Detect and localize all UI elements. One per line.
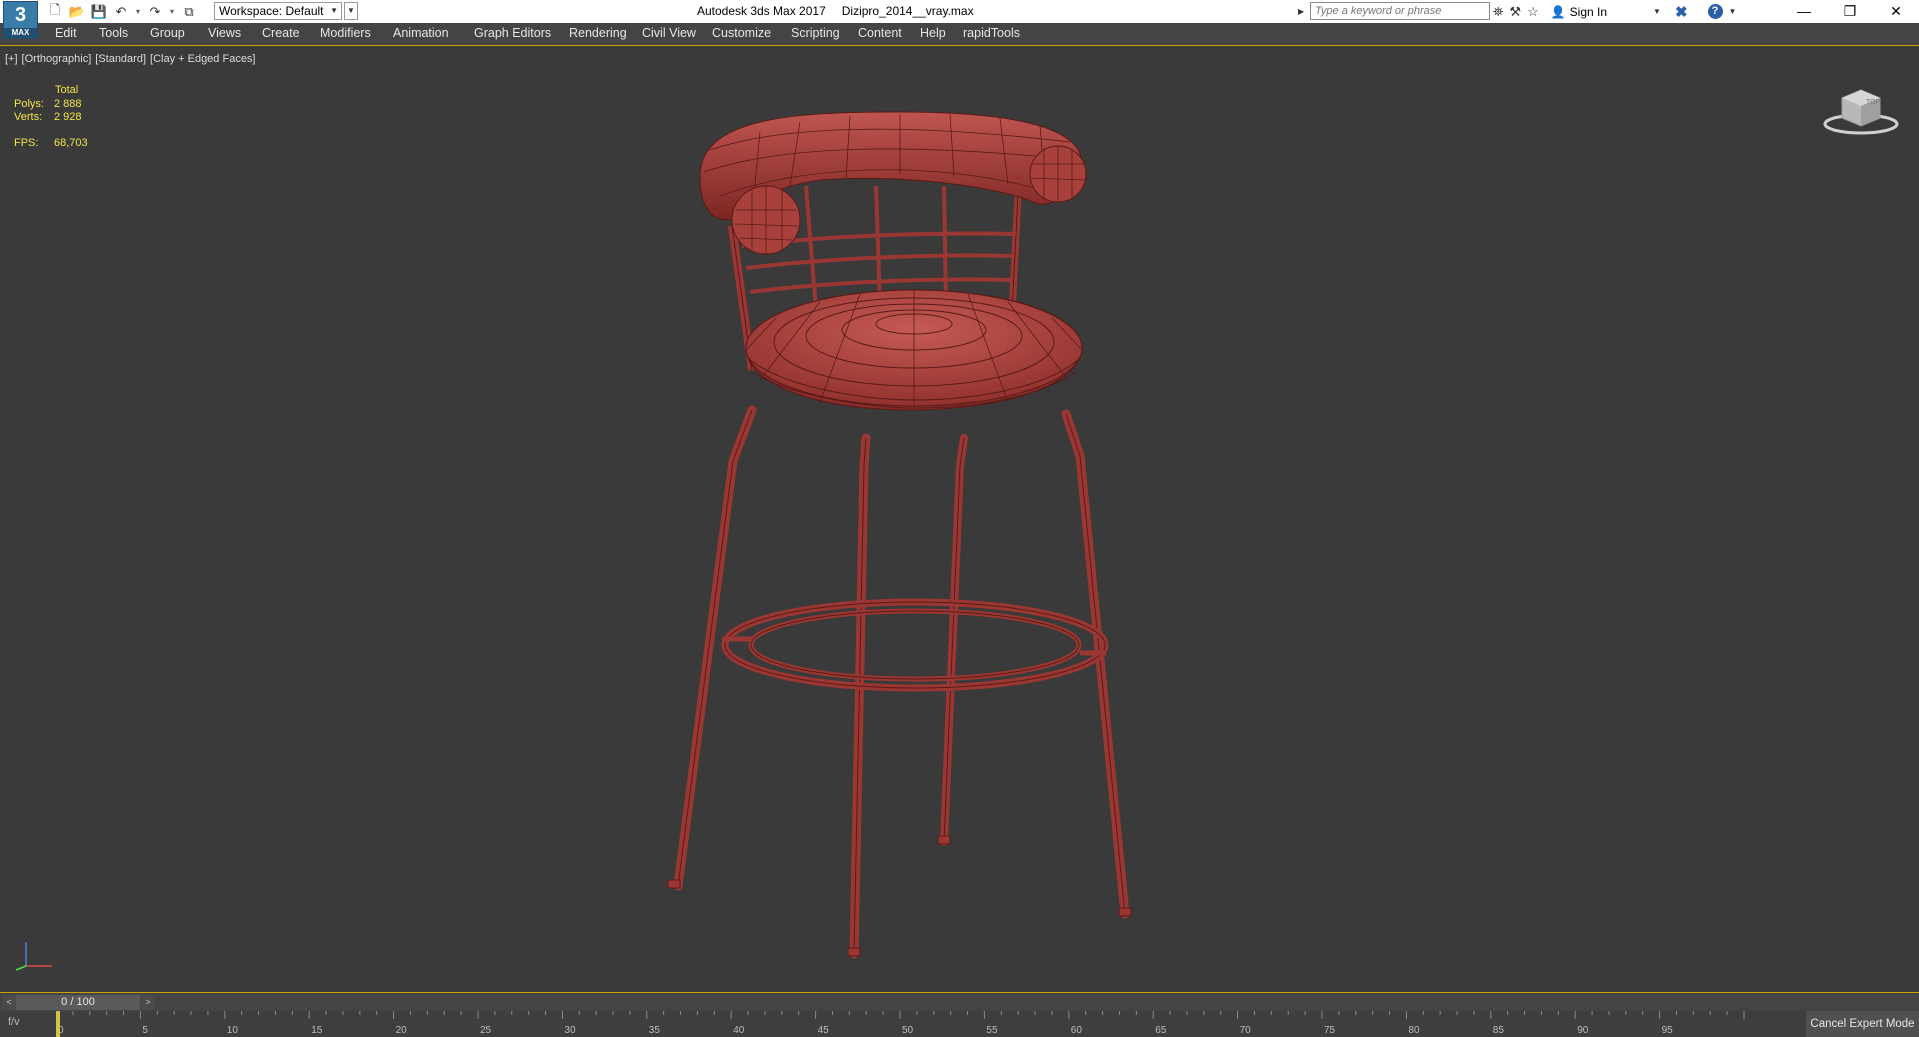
file-name: Dizipro_2014__vray.max [841,4,974,18]
menu-modifiers[interactable]: Modifiers [320,26,371,40]
time-slider[interactable]: 0 / 100 [16,995,140,1010]
title-bar: 🗋 📂 💾 ↶ ▾ ↷ ▾ ⧉ Workspace: Default ▼ ▼ A… [0,0,1919,23]
restore-button[interactable]: ❐ [1827,0,1873,23]
search-input[interactable]: Type a keyword or phrase [1310,2,1490,20]
sign-in-button[interactable]: 👤 Sign In [1551,5,1607,19]
app-logo-sub: MAX [4,28,37,38]
ruler-tick-label: 20 [396,1025,408,1036]
menu-edit[interactable]: Edit [55,26,77,40]
menu-views[interactable]: Views [208,26,241,40]
menu-rendering[interactable]: Rendering [569,26,627,40]
ruler-tick-label: 65 [1155,1025,1167,1036]
viewcube-icon[interactable]: TOP [1822,80,1900,136]
workspace-label: Workspace: Default [219,4,324,18]
ruler-tick-label: 25 [480,1025,492,1036]
ruler-tick-label: 50 [902,1025,914,1036]
exchange-apps-icon[interactable]: ✖ [1675,3,1688,21]
sign-in-label: Sign In [1569,4,1608,19]
binoculars-icon[interactable]: ⛯ [1493,4,1503,20]
ruler-tick-label: 95 [1662,1025,1674,1036]
current-frame-marker[interactable] [56,1011,60,1037]
ruler-tick-label: 70 [1240,1025,1252,1036]
save-file-icon[interactable]: 💾 [90,3,108,21]
app-logo-button[interactable]: 3 MAX [3,1,38,39]
menu-animation[interactable]: Animation [393,26,449,40]
ruler-tick-label: 85 [1493,1025,1505,1036]
ruler-tick-label: 40 [733,1025,745,1036]
infocenter-toolbar: ⛯ ⚒ ☆ 👤 Sign In ▼ ✖ ? ▼ [1493,2,1736,21]
ruler-tick-label: 55 [986,1025,998,1036]
user-icon: 👤 [1550,4,1566,19]
mini-curve-editor-button[interactable]: f/v [8,1016,32,1032]
app-logo-text: 3 [14,4,27,26]
ruler-tick-label: 5 [142,1025,148,1036]
undo-icon[interactable]: ↶ [112,3,130,21]
menu-scripting[interactable]: Scripting [791,26,840,40]
time-slider-bar: < 0 / 100 > [0,992,1919,1012]
frame-ruler[interactable]: 0510152025303540455055606570758085909510… [56,1011,1746,1037]
menu-civil-view[interactable]: Civil View [642,26,696,40]
perspective-viewport[interactable]: [+] [Orthographic] [Standard] [Clay + Edged… [0,46,1919,992]
ruler-tick-label: 90 [1577,1025,1589,1036]
ruler-tick-label: 75 [1324,1025,1336,1036]
menu-create[interactable]: Create [262,26,300,40]
menu-graph-editors[interactable]: Graph Editors [474,26,551,40]
menu-rapidtools[interactable]: rapidTools [963,26,1020,40]
ruler-tick-label: 15 [311,1025,323,1036]
axis-tripod-icon [15,942,52,971]
window-controls: — ❐ ✕ [1781,0,1919,23]
redo-icon[interactable]: ↷ [146,3,164,21]
help-icon[interactable]: ? [1707,4,1723,19]
search-expand-icon[interactable]: ▶ [1298,2,1308,21]
workspace-dropdown[interactable]: Workspace: Default ▼ [214,2,342,20]
ruler-tick-label: 80 [1408,1025,1420,1036]
menu-tools[interactable]: Tools [99,26,128,40]
ruler-tick-label: 45 [818,1025,830,1036]
ruler-tick-label: 35 [649,1025,661,1036]
close-button[interactable]: ✕ [1873,0,1919,23]
ruler-tick-label: 60 [1071,1025,1083,1036]
minimize-button[interactable]: — [1781,0,1827,23]
sign-in-dropdown-icon[interactable]: ▼ [1653,7,1661,16]
time-next-button[interactable]: > [141,995,155,1010]
open-file-icon[interactable]: 📂 [68,3,86,21]
help-dropdown-icon[interactable]: ▼ [1729,7,1737,16]
chevron-down-icon: ▼ [330,6,338,15]
undo-dropdown-icon[interactable]: ▾ [134,3,142,21]
project-folder-icon[interactable]: ⧉ [180,3,198,21]
app-name: Autodesk 3ds Max 2017 [697,4,826,18]
qat-customize-icon[interactable]: ▼ [344,2,358,20]
menu-bar: Edit Tools Group Views Create Modifiers … [0,23,1919,46]
bar-stool-model[interactable] [0,46,1919,992]
menu-customize[interactable]: Customize [712,26,771,40]
time-previous-button[interactable]: < [2,995,16,1010]
quick-access-toolbar: 🗋 📂 💾 ↶ ▾ ↷ ▾ ⧉ [46,2,198,21]
ruler-tick-label: 10 [227,1025,239,1036]
new-file-icon[interactable]: 🗋 [46,2,64,21]
subscription-icon[interactable]: ⚒ [1509,4,1521,20]
star-icon[interactable]: ☆ [1527,4,1539,20]
window-title: Autodesk 3ds Max 2017 Dizipro_2014__vray.… [697,4,974,18]
menu-help[interactable]: Help [920,26,946,40]
menu-group[interactable]: Group [150,26,185,40]
redo-dropdown-icon[interactable]: ▾ [168,3,176,21]
ruler-tick-label: 30 [564,1025,576,1036]
track-bar: f/v 0 5 10 15 20 25 30 35 40 45 50 55 60 65 70 75 80 85 90… [0,1011,1919,1037]
viewcube-label: TOP [1866,99,1881,106]
menu-content[interactable]: Content [858,26,902,40]
cancel-expert-mode-button[interactable]: Cancel Expert Mode [1806,1011,1919,1037]
